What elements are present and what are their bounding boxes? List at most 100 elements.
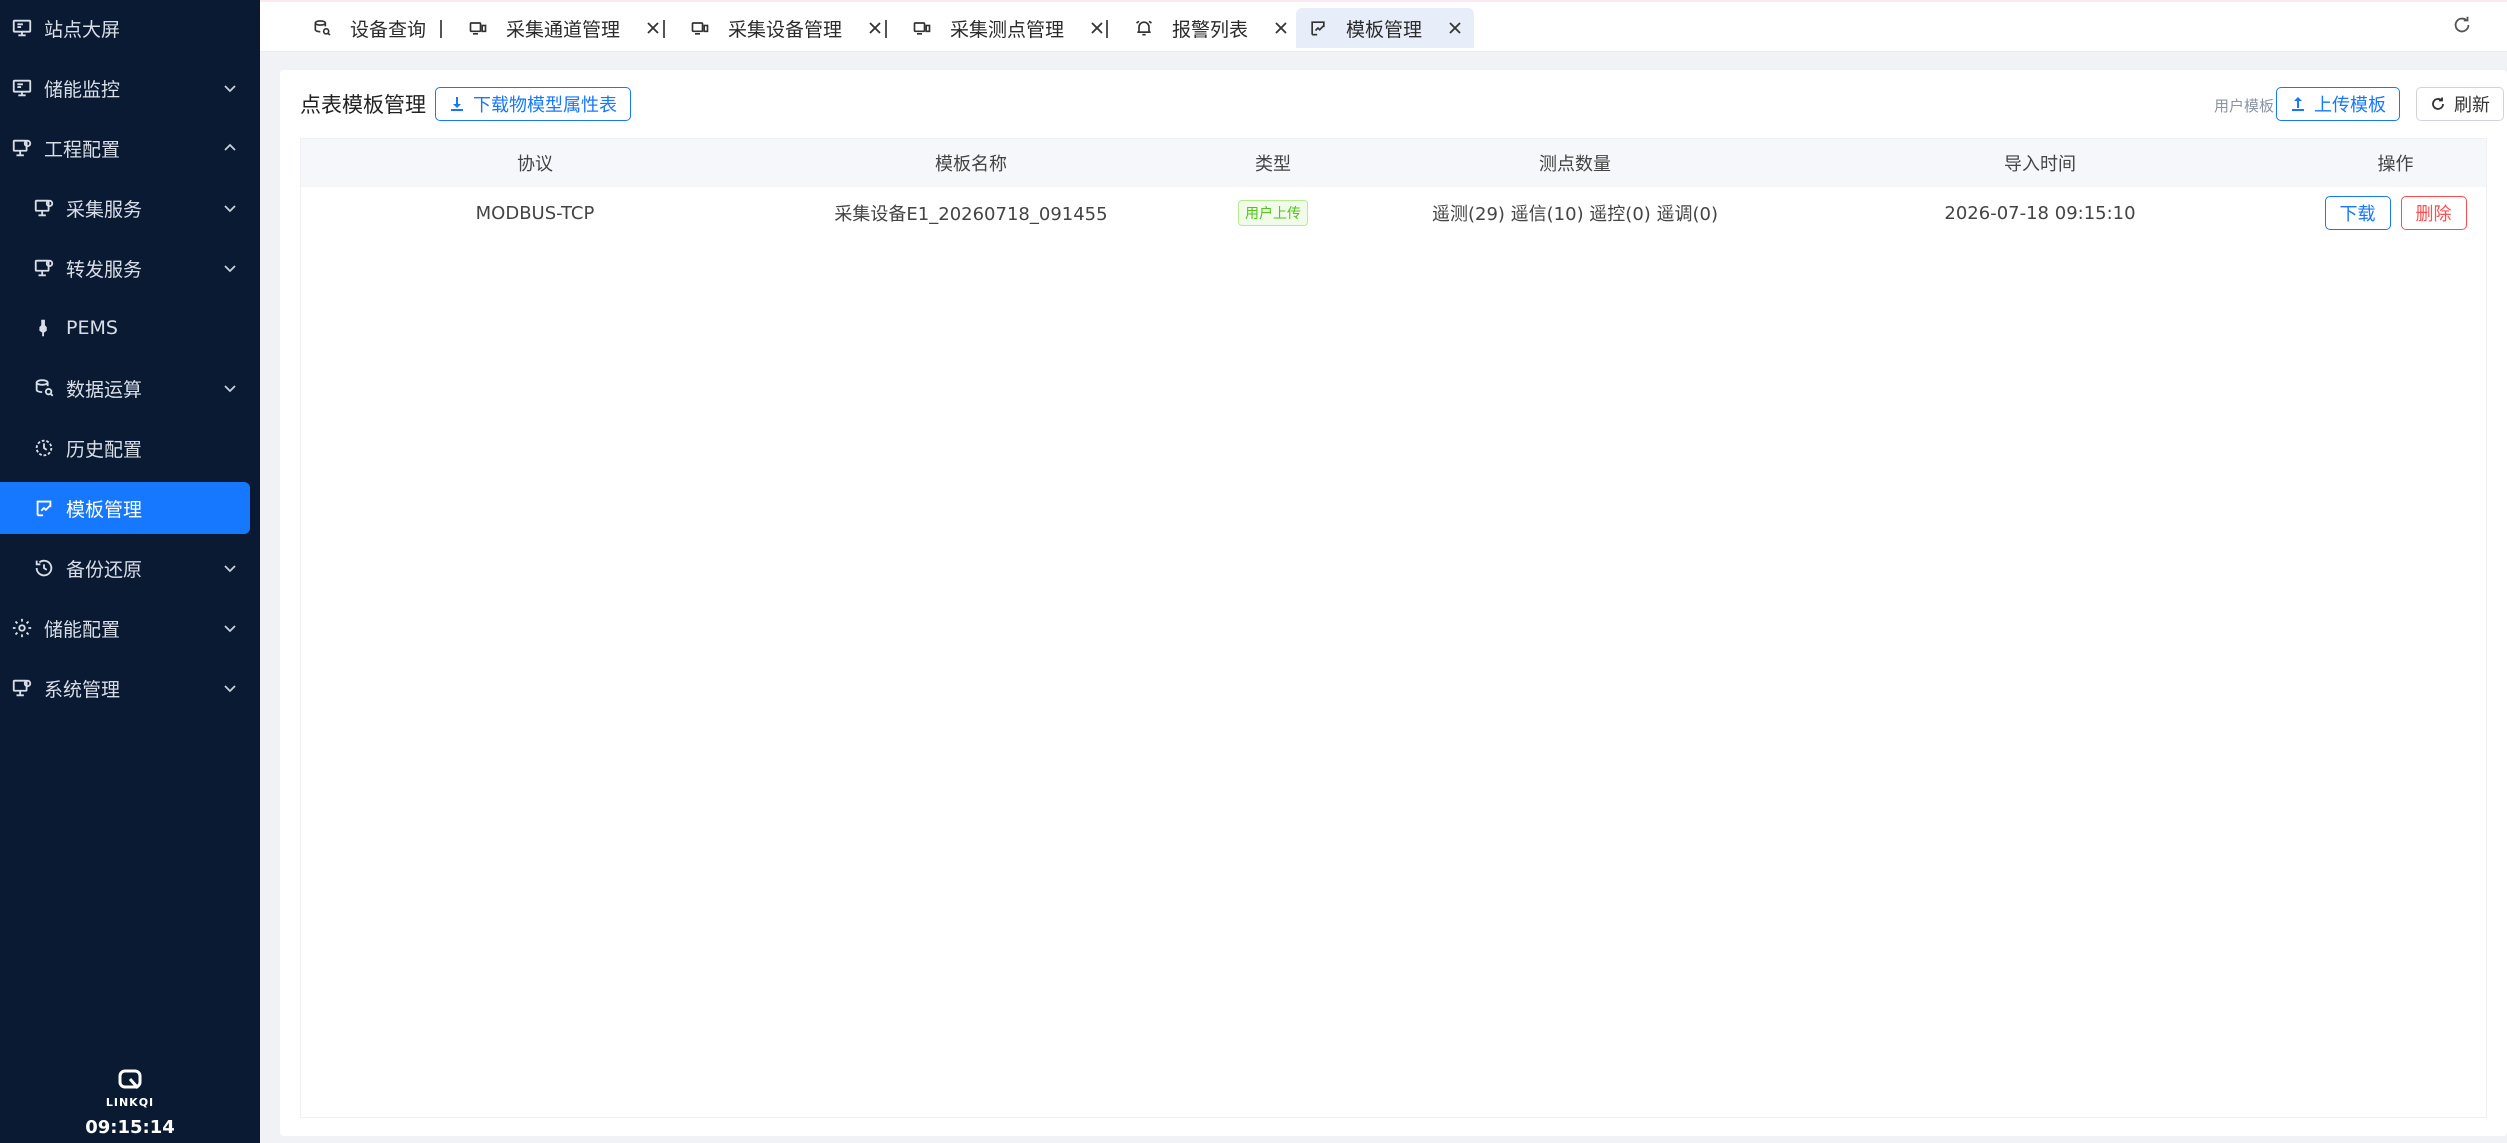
sidebar-item-label: 储能监控 [44, 78, 121, 101]
refresh-label: 刷新 [2454, 95, 2490, 116]
reload-icon[interactable] [2451, 14, 2473, 36]
sidebar-item-backup-restore[interactable]: 备份还原 [0, 542, 260, 594]
tab-collect-point[interactable]: 采集测点管理 [900, 8, 1116, 48]
monitor-icon [10, 16, 34, 40]
column-header-name: 模板名称 [935, 154, 1007, 175]
tab-divider [885, 20, 887, 38]
upload-template-label: 上传模板 [2314, 95, 2386, 116]
sidebar-item-label: 储能配置 [44, 618, 121, 641]
gear-icon [10, 616, 34, 640]
chevron-down-icon [224, 385, 236, 393]
data-search-icon [32, 376, 56, 400]
tab-template-manage[interactable]: 模板管理 [1296, 8, 1475, 48]
monitor-settings-icon [10, 136, 34, 160]
data-search-icon [312, 18, 332, 38]
column-header-type: 类型 [1255, 154, 1291, 175]
cell-protocol: MODBUS-TCP [475, 202, 595, 224]
sidebar-item-forward-service[interactable]: 转发服务 [0, 242, 260, 294]
tab-label: 报警列表 [1172, 18, 1249, 41]
cell-actions: 下载 删除 [2303, 187, 2488, 239]
chevron-down-icon [224, 205, 236, 213]
monitor-icon [10, 76, 34, 100]
cell-import-time: 2026-07-18 09:15:10 [1944, 202, 2136, 224]
template-panel: 点表模板管理 下载物模型属性表 用户模板 1/128 上传模板 刷新 协议 模板… [280, 70, 2507, 1136]
sidebar-item-data-compute[interactable]: 数据运算 [0, 362, 260, 414]
close-icon[interactable] [1274, 21, 1288, 35]
sidebar-item-template-manage[interactable]: 模板管理 [0, 482, 250, 534]
page-title: 点表模板管理 [300, 93, 426, 117]
tab-device-query[interactable]: 设备查询 [300, 8, 438, 48]
plug-icon [32, 316, 56, 340]
monitor-settings-icon [10, 676, 34, 700]
chevron-down-icon [224, 625, 236, 633]
device-icon [468, 18, 488, 38]
sidebar-item-pems[interactable]: PEMS [0, 302, 260, 354]
column-header-time: 导入时间 [2004, 154, 2076, 175]
chevron-up-icon [224, 143, 236, 151]
sidebar-item-dashboard[interactable]: 站点大屏 [0, 2, 260, 54]
chevron-down-icon [224, 265, 236, 273]
tab-label: 采集测点管理 [950, 18, 1065, 41]
column-header-actions: 操作 [2377, 154, 2414, 175]
monitor-settings-icon [32, 256, 56, 280]
download-icon [451, 97, 463, 111]
sidebar-clock: 09:15:14 [85, 1117, 175, 1138]
sidebar-item-label: 工程配置 [44, 138, 121, 161]
row-delete-button[interactable]: 删除 [2400, 196, 2467, 230]
clock-icon [32, 436, 56, 460]
chevron-down-icon [224, 565, 236, 573]
sidebar: 站点大屏 储能监控 工程配置 采集服务 转发服务 PEMS 数据运算 历史配置 … [0, 0, 260, 1143]
bell-icon [1134, 18, 1154, 38]
type-badge: 用户上传 [1238, 200, 1308, 226]
column-header-points: 测点数量 [1539, 154, 1611, 175]
sidebar-item-storage-config[interactable]: 储能配置 [0, 602, 260, 654]
sidebar-item-label: 数据运算 [66, 378, 143, 401]
tab-divider [663, 20, 665, 38]
tab-label: 采集设备管理 [728, 18, 843, 41]
table-header: 协议 模板名称 类型 测点数量 导入时间 操作 [301, 139, 2486, 187]
close-icon[interactable] [1448, 21, 1462, 35]
sidebar-item-label: 历史配置 [66, 438, 143, 461]
sidebar-item-label: PEMS [66, 317, 118, 339]
tab-bar: 设备查询 采集通道管理 采集设备管理 采集测点管理 报警列表 模板管理 [260, 0, 2507, 52]
sidebar-item-history-config[interactable]: 历史配置 [0, 422, 260, 474]
refresh-icon [2432, 97, 2444, 110]
device-icon [690, 18, 710, 38]
template-icon [1308, 18, 1328, 38]
column-header-protocol: 协议 [517, 154, 553, 175]
monitor-settings-icon [32, 196, 56, 220]
download-model-label: 下载物模型属性表 [473, 95, 617, 116]
upload-template-button[interactable]: 上传模板 [2276, 87, 2400, 121]
brand-name: LINKQI [105, 1096, 155, 1109]
sidebar-item-label: 采集服务 [66, 198, 143, 221]
close-icon[interactable] [646, 21, 660, 35]
sidebar-item-system-manage[interactable]: 系统管理 [0, 662, 260, 714]
sidebar-item-label: 备份还原 [66, 558, 143, 581]
tab-label: 设备查询 [350, 18, 427, 41]
tab-collect-device[interactable]: 采集设备管理 [678, 8, 894, 48]
close-icon[interactable] [1090, 21, 1104, 35]
sidebar-item-collect-service[interactable]: 采集服务 [0, 182, 260, 234]
cell-point-count: 遥测(29) 遥信(10) 遥控(0) 遥调(0) [1431, 204, 1719, 225]
row-download-button[interactable]: 下载 [2324, 196, 2391, 230]
chevron-down-icon [224, 85, 236, 93]
sidebar-item-label: 站点大屏 [44, 18, 121, 41]
sidebar-item-label: 模板管理 [66, 498, 143, 521]
close-icon[interactable] [868, 21, 882, 35]
template-table: 协议 模板名称 类型 测点数量 导入时间 操作 MODBUS-TCP 采集设备E… [300, 138, 2487, 1118]
restore-icon [32, 556, 56, 580]
cell-template-name: 采集设备E1_20260718_091455 [834, 204, 1108, 225]
sidebar-item-project-config[interactable]: 工程配置 [0, 122, 260, 174]
sidebar-item-storage-monitor[interactable]: 储能监控 [0, 62, 260, 114]
upload-icon [2292, 97, 2304, 111]
tab-divider [1106, 20, 1108, 38]
template-icon [32, 496, 56, 520]
refresh-button[interactable]: 刷新 [2416, 87, 2504, 121]
brand-logo: LINKQI [0, 1068, 260, 1109]
download-model-button[interactable]: 下载物模型属性表 [435, 87, 631, 121]
tab-label: 模板管理 [1346, 18, 1423, 41]
tab-label: 采集通道管理 [506, 18, 621, 41]
table-row: MODBUS-TCP 采集设备E1_20260718_091455 用户上传 遥… [301, 187, 2486, 239]
tab-collect-channel[interactable]: 采集通道管理 [456, 8, 672, 48]
tab-alarm-list[interactable]: 报警列表 [1122, 8, 1300, 48]
